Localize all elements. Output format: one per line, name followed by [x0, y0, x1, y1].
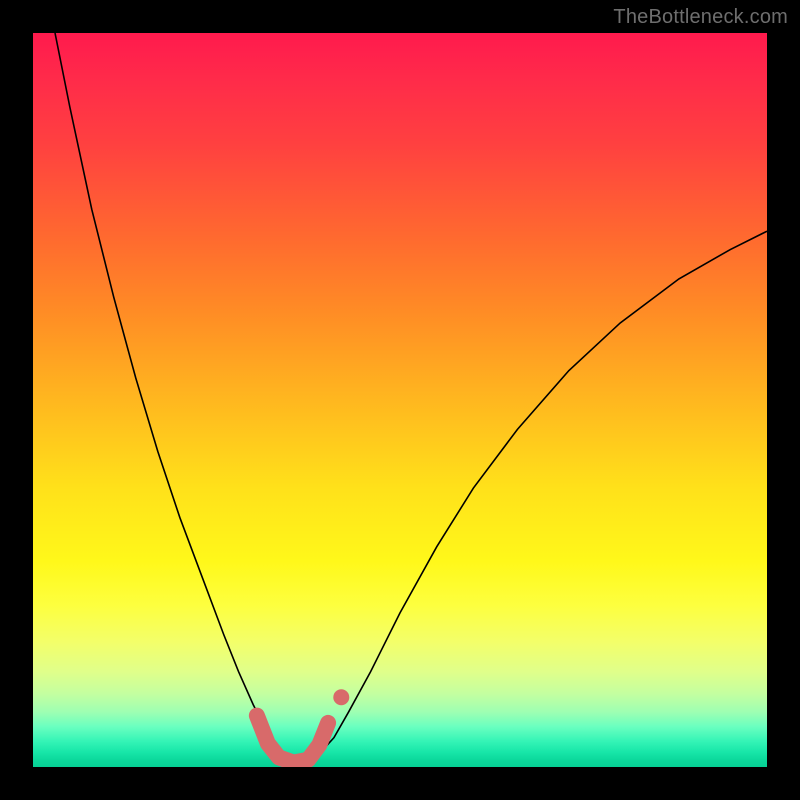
chart-frame: TheBottleneck.com — [0, 0, 800, 800]
optimal-marker-dot — [333, 689, 349, 705]
plot-area — [33, 33, 767, 767]
chart-svg — [33, 33, 767, 767]
optimal-marker — [257, 716, 328, 763]
watermark-text: TheBottleneck.com — [613, 6, 788, 29]
bottleneck-curve — [55, 33, 767, 763]
